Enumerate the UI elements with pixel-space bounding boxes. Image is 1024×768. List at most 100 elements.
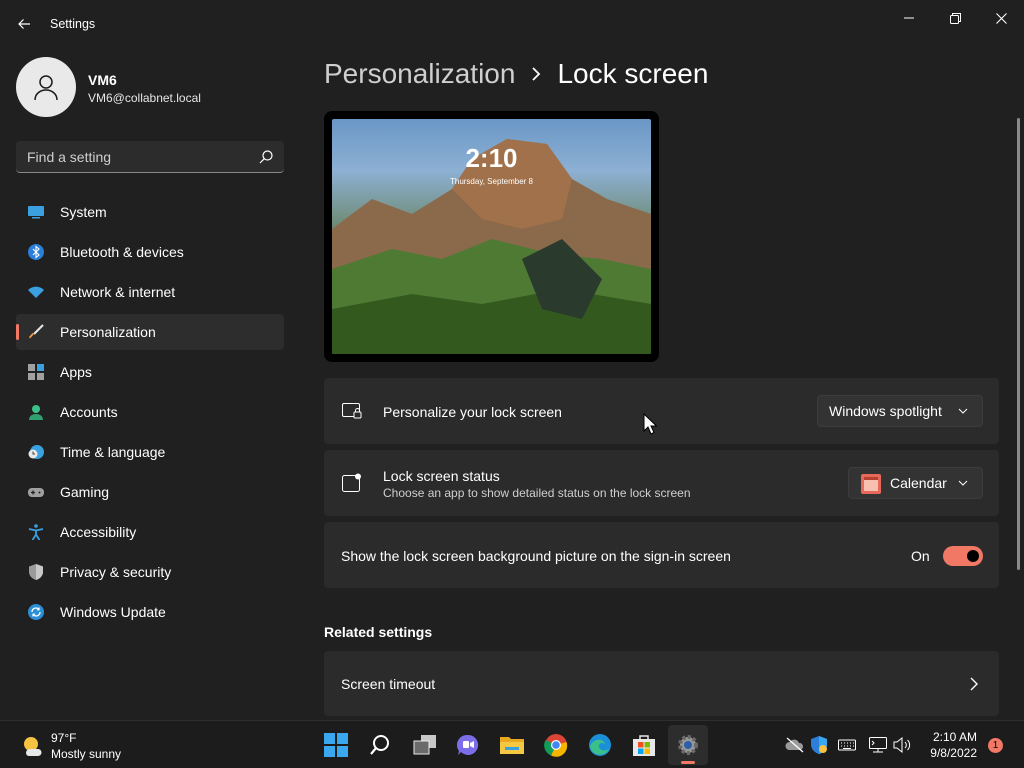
- update-icon: [28, 604, 44, 620]
- sidebar-item-label: Time & language: [60, 444, 166, 460]
- lock-screen-icon: [342, 403, 362, 419]
- clock-date[interactable]: 9/8/2022: [915, 746, 977, 760]
- sidebar-item-label: Accessibility: [60, 524, 137, 540]
- sidebar-item-label: Windows Update: [60, 604, 166, 620]
- sidebar-item-accounts[interactable]: Accounts: [16, 394, 284, 430]
- preview-date: Thursday, September 8: [449, 177, 533, 186]
- security-shield-icon[interactable]: [809, 735, 829, 755]
- chevron-down-icon: [958, 480, 968, 486]
- system-icon: [28, 206, 44, 219]
- taskbar: 97°F Mostly sunny 2:10 AM 9/8/2022 1: [0, 720, 1024, 768]
- sidebar-item-label: Personalization: [60, 324, 156, 340]
- signin-title: Show the lock screen background picture …: [341, 548, 731, 564]
- signin-background-card: Show the lock screen background picture …: [324, 522, 999, 588]
- screen-timeout-card[interactable]: Screen timeout: [324, 651, 999, 716]
- start-button[interactable]: [316, 725, 356, 765]
- back-button[interactable]: [10, 10, 38, 38]
- scrollbar[interactable]: [1017, 118, 1020, 570]
- sidebar-item-label: Privacy & security: [60, 564, 172, 580]
- sidebar-item-network[interactable]: Network & internet: [16, 274, 284, 310]
- signin-background-toggle[interactable]: [943, 546, 983, 566]
- personalize-lock-screen-card: Personalize your lock screen Windows spo…: [324, 378, 999, 444]
- related-settings-header: Related settings: [324, 624, 433, 640]
- accessibility-icon: [28, 524, 44, 540]
- gear-icon: [678, 735, 698, 755]
- sidebar-item-label: Apps: [60, 364, 92, 380]
- chat-button[interactable]: [448, 725, 488, 765]
- notification-badge[interactable]: 1: [988, 738, 1003, 753]
- lock-screen-status-card: Lock screen status Choose an app to show…: [324, 450, 999, 516]
- restore-button[interactable]: [932, 4, 978, 32]
- page-title: Lock screen: [557, 58, 709, 89]
- breadcrumb: Personalization Lock screen: [324, 58, 708, 90]
- sidebar-item-accessibility[interactable]: Accessibility: [16, 514, 284, 550]
- sidebar-item-bluetooth[interactable]: Bluetooth & devices: [16, 234, 284, 270]
- lock-screen-preview: 2:10 Thursday, September 8: [324, 111, 659, 362]
- app-title: Settings: [50, 17, 96, 31]
- edge-icon: [589, 734, 611, 756]
- bluetooth-icon: [28, 244, 44, 260]
- status-icon: [342, 473, 361, 492]
- close-button[interactable]: [978, 4, 1024, 32]
- search-box[interactable]: [16, 141, 284, 173]
- avatar[interactable]: [16, 57, 76, 117]
- clock-time[interactable]: 2:10 AM: [915, 730, 977, 744]
- weather-temperature[interactable]: 97°F: [51, 731, 76, 745]
- mouse-cursor-icon: [643, 413, 657, 435]
- sidebar-item-windows-update[interactable]: Windows Update: [16, 594, 284, 630]
- apps-icon: [28, 364, 44, 380]
- edge-button[interactable]: [580, 725, 620, 765]
- sidebar-item-label: Network & internet: [60, 284, 176, 300]
- onedrive-offline-icon[interactable]: [785, 735, 805, 755]
- sidebar-item-privacy[interactable]: Privacy & security: [16, 554, 284, 590]
- breadcrumb-parent[interactable]: Personalization: [324, 58, 515, 90]
- toggle-state-label: On: [911, 548, 930, 564]
- search-input[interactable]: [16, 141, 251, 172]
- sidebar-item-apps[interactable]: Apps: [16, 354, 284, 390]
- toggle-knob: [967, 550, 979, 562]
- file-explorer-button[interactable]: [492, 725, 532, 765]
- weather-description[interactable]: Mostly sunny: [51, 747, 121, 761]
- taskbar-search-button[interactable]: [360, 725, 400, 765]
- user-email: VM6@collabnet.local: [88, 91, 201, 105]
- title-bar: Settings: [0, 0, 1024, 48]
- sidebar-item-gaming[interactable]: Gaming: [16, 474, 284, 510]
- task-view-icon: [413, 735, 436, 755]
- sidebar-item-label: Bluetooth & devices: [60, 244, 184, 260]
- windows-logo-icon: [324, 733, 348, 757]
- chevron-right-icon: [531, 67, 541, 81]
- chat-icon: [456, 734, 479, 755]
- sidebar-item-system[interactable]: System: [16, 194, 284, 230]
- sidebar-item-personalization[interactable]: Personalization: [16, 314, 284, 350]
- sidebar-item-label: Gaming: [60, 484, 110, 500]
- task-view-button[interactable]: [405, 725, 445, 765]
- search-icon[interactable]: [258, 149, 274, 165]
- store-button[interactable]: [624, 725, 664, 765]
- personalize-dropdown[interactable]: Windows spotlight: [817, 395, 983, 427]
- personalize-dropdown-value: Windows spotlight: [829, 403, 942, 419]
- close-icon: [995, 12, 1007, 24]
- chrome-button[interactable]: [536, 725, 576, 765]
- store-icon: [633, 735, 655, 756]
- sidebar-item-label: System: [60, 204, 107, 220]
- minimize-button[interactable]: [886, 4, 932, 32]
- user-icon: [34, 75, 58, 101]
- search-icon: [370, 735, 389, 755]
- chevron-right-icon: [970, 677, 978, 691]
- calendar-icon: [861, 474, 881, 494]
- status-title: Lock screen status: [383, 468, 500, 484]
- user-name: VM6: [88, 72, 117, 88]
- status-dropdown[interactable]: Calendar: [848, 467, 983, 499]
- keyboard-icon[interactable]: [837, 735, 857, 755]
- sidebar-item-time-language[interactable]: Time & language: [16, 434, 284, 470]
- volume-icon[interactable]: [892, 735, 912, 755]
- minimize-icon: [904, 17, 914, 19]
- back-arrow-icon: [18, 19, 30, 29]
- sidebar-nav: System Bluetooth & devices Network & int…: [16, 194, 284, 634]
- network-icon[interactable]: [868, 735, 888, 755]
- settings-taskbar-button[interactable]: [668, 725, 708, 765]
- preview-time: 2:10: [465, 143, 518, 173]
- lock-screen-preview-image: 2:10 Thursday, September 8: [332, 119, 651, 354]
- weather-sunny-icon[interactable]: [20, 733, 44, 757]
- brush-icon: [29, 324, 44, 339]
